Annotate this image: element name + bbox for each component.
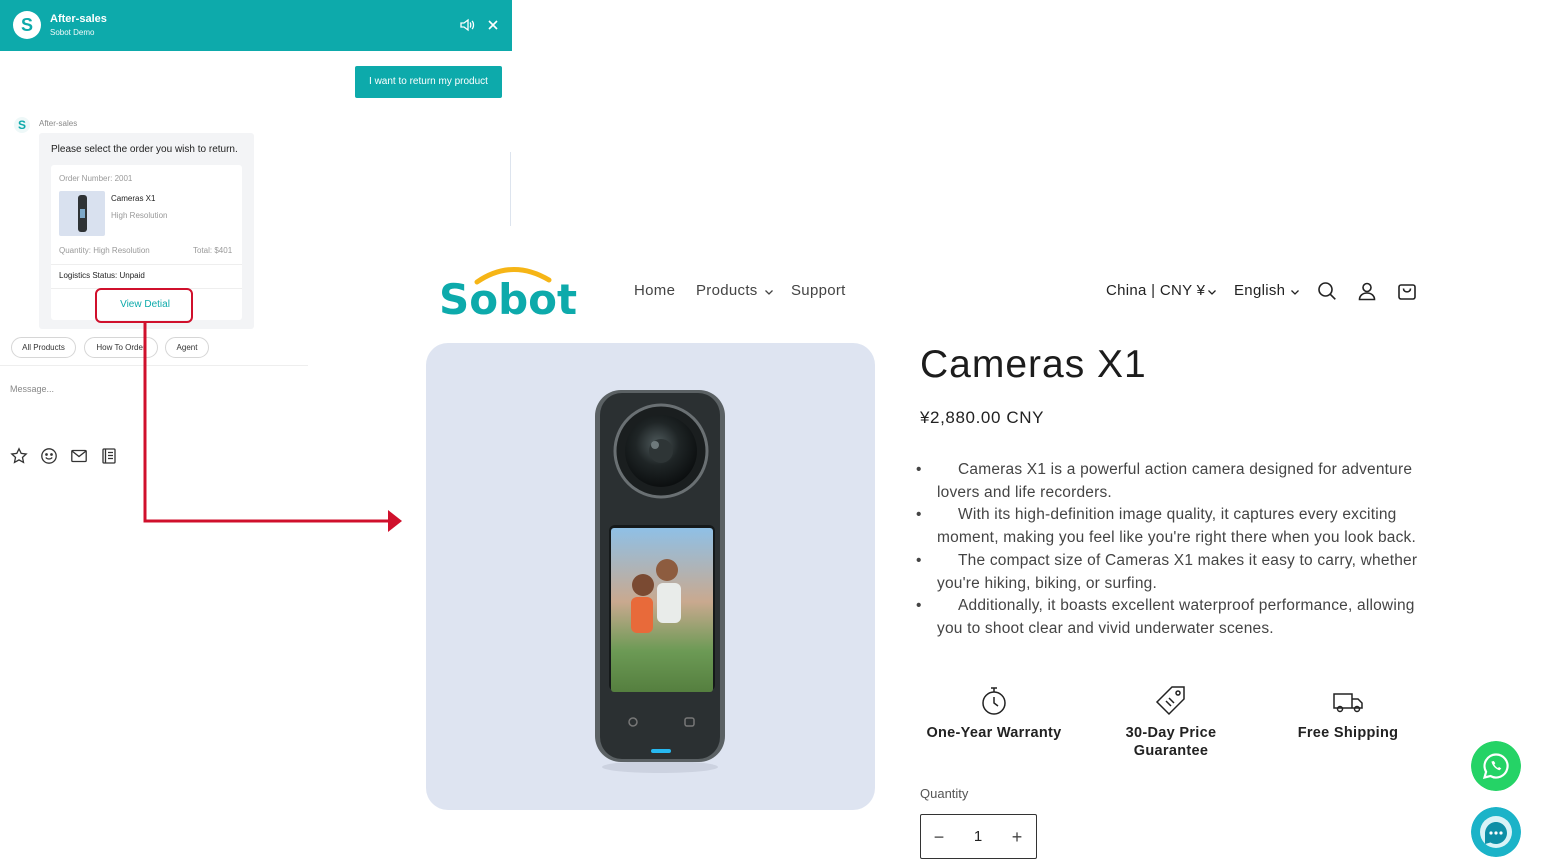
chat-launcher-button[interactable] xyxy=(1471,807,1521,857)
description-bullet: Additionally, it boasts excellent waterp… xyxy=(916,595,1422,640)
chevron-down-icon xyxy=(1291,290,1299,295)
quantity-label: Quantity xyxy=(920,786,969,801)
chevron-down-icon xyxy=(1208,290,1216,295)
speaker-icon[interactable] xyxy=(459,17,475,33)
annotation-arrow xyxy=(143,323,402,532)
cart-icon[interactable] xyxy=(1396,280,1418,302)
quantity-increase-button[interactable]: + xyxy=(1007,826,1027,848)
close-icon[interactable] xyxy=(485,17,501,33)
svg-text:Sobot: Sobot xyxy=(439,275,577,324)
camera-product-photo xyxy=(595,390,725,773)
description-bullet: With its high-definition image quality, … xyxy=(916,504,1422,549)
account-icon[interactable] xyxy=(1356,280,1378,302)
feature-price-guarantee: 30-Day Price Guarantee xyxy=(1125,725,1217,759)
product-title: Cameras X1 xyxy=(920,343,1147,386)
nav-products[interactable]: Products xyxy=(696,282,758,299)
product-description: Cameras X1 is a powerful action camera d… xyxy=(916,459,1422,641)
quantity-decrease-button[interactable]: − xyxy=(929,826,949,848)
nav-support[interactable]: Support xyxy=(791,282,846,299)
feature-warranty: One-Year Warranty xyxy=(926,725,1062,741)
whatsapp-button[interactable] xyxy=(1471,741,1521,791)
divider xyxy=(510,152,511,226)
description-bullet: The compact size of Cameras X1 makes it … xyxy=(916,550,1422,595)
product-price: ¥2,880.00 CNY xyxy=(920,408,1045,427)
nav-home[interactable]: Home xyxy=(634,282,675,299)
language-selector[interactable]: English xyxy=(1234,282,1285,299)
sobot-logo[interactable]: Sobot xyxy=(437,262,587,324)
quantity-input[interactable] xyxy=(958,826,998,848)
stopwatch-icon xyxy=(982,687,1006,715)
description-bullet: Cameras X1 is a powerful action camera d… xyxy=(916,459,1422,504)
region-selector[interactable]: China | CNY ¥ xyxy=(1106,282,1205,299)
truck-icon xyxy=(1333,693,1363,713)
feature-free-shipping: Free Shipping xyxy=(1297,725,1399,741)
search-icon[interactable] xyxy=(1316,280,1338,302)
chevron-down-icon xyxy=(765,290,773,295)
price-tag-icon xyxy=(1155,686,1185,716)
